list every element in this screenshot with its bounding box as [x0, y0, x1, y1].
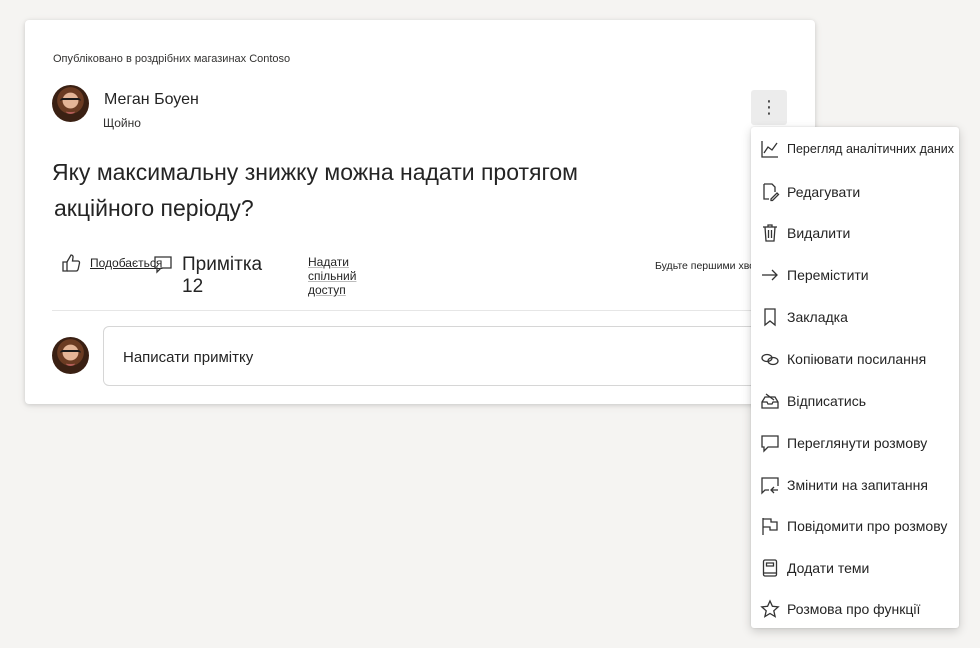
unfollow-inbox-icon	[760, 391, 780, 411]
comment-button[interactable]: Примітка 12	[182, 254, 262, 298]
conversation-card: Опубліковано в роздрібних магазинах Cont…	[25, 20, 815, 404]
menu-item-label: Редагувати	[787, 184, 861, 200]
question-line-1: Яку максимальну знижку можна надати прот…	[52, 159, 578, 185]
menu-item-change-to-question[interactable]: Змінити на запитання	[751, 465, 959, 505]
menu-item-label: Додати теми	[787, 560, 870, 576]
post-timestamp: Щойно	[103, 116, 141, 130]
current-user-avatar	[52, 337, 89, 374]
menu-item-unfollow[interactable]: Відписатись	[751, 381, 959, 421]
menu-item-delete[interactable]: Видалити	[751, 213, 959, 253]
star-icon	[760, 599, 780, 619]
more-options-menu: Перегляд аналітичних даних Редагувати Ви…	[751, 127, 959, 628]
analytics-icon	[760, 139, 780, 159]
delete-icon	[760, 223, 780, 243]
menu-item-view-analytics[interactable]: Перегляд аналітичних даних	[751, 129, 959, 169]
flag-icon	[760, 516, 780, 536]
menu-item-label: Переглянути розмову	[787, 435, 928, 451]
menu-item-edit[interactable]: Редагувати	[751, 172, 959, 212]
divider	[52, 310, 815, 311]
share-button[interactable]: Надати спільний доступ	[308, 255, 356, 297]
change-to-question-icon	[760, 475, 780, 495]
move-arrow-icon	[760, 265, 780, 285]
bookmark-icon	[760, 307, 780, 327]
menu-item-label: Видалити	[787, 225, 851, 241]
menu-item-label: Копіювати посилання	[787, 351, 927, 367]
more-options-button[interactable]: ⋮	[751, 90, 787, 125]
question-text: Яку максимальну знижку можна надати прот…	[52, 154, 692, 226]
menu-item-bookmark[interactable]: Закладка	[751, 297, 959, 337]
edit-icon	[760, 182, 780, 202]
menu-item-copy-link[interactable]: Копіювати посилання	[751, 339, 959, 379]
menu-item-label: Розмова про функції	[787, 601, 921, 617]
published-in-community[interactable]: Опубліковано в роздрібних магазинах Cont…	[53, 53, 290, 65]
menu-item-label: Змінити на запитання	[787, 477, 928, 493]
reply-placeholder: Написати примітку	[123, 349, 254, 366]
menu-item-view-conversation[interactable]: Переглянути розмову	[751, 423, 959, 463]
menu-item-report-conversation[interactable]: Повідомити про розмову	[751, 506, 959, 546]
author-name[interactable]: Меган Боуен	[104, 91, 199, 109]
conversation-icon	[760, 433, 780, 453]
comment-icon[interactable]	[152, 253, 174, 275]
menu-item-add-topics[interactable]: Додати теми	[751, 548, 959, 588]
menu-item-label: Перегляд аналітичних даних	[787, 142, 955, 156]
link-icon	[760, 349, 780, 369]
more-vertical-icon: ⋮	[760, 97, 778, 117]
like-icon[interactable]	[60, 252, 82, 274]
menu-item-label: Закладка	[787, 309, 848, 325]
menu-item-label: Повідомити про розмову	[787, 518, 948, 534]
menu-item-label: Перемістити	[787, 267, 869, 283]
menu-item-feature-conversation[interactable]: Розмова про функції	[751, 589, 959, 628]
topics-book-icon	[760, 558, 780, 578]
question-line-2: акційного періоду?	[54, 195, 254, 221]
menu-item-label: Відписатись	[787, 393, 867, 409]
menu-item-move[interactable]: Перемістити	[751, 255, 959, 295]
author-avatar[interactable]	[52, 85, 89, 122]
reply-input[interactable]: Написати примітку	[103, 326, 795, 386]
